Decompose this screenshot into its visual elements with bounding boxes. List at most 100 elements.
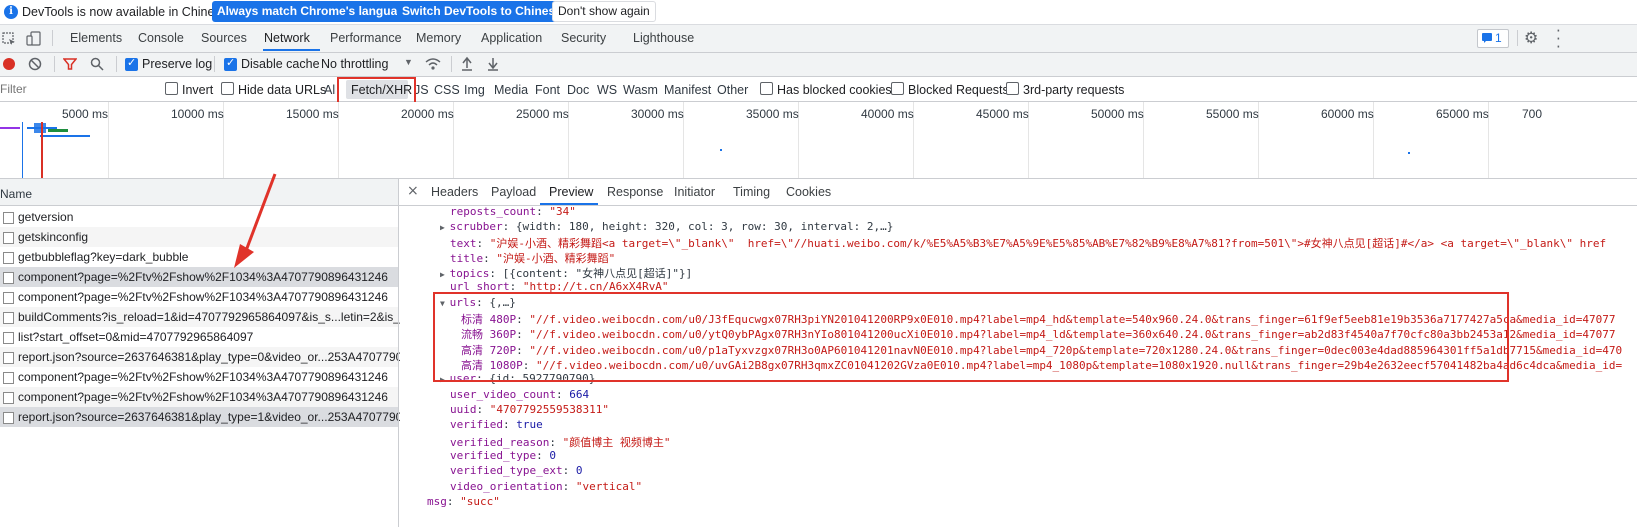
- filter-type-manifest[interactable]: Manifest: [664, 83, 711, 97]
- toolbar-divider: [451, 56, 452, 72]
- request-name: report.json?source=2637646381&play_type=…: [18, 350, 413, 364]
- request-type-icon: [3, 392, 14, 404]
- json-key: text: [450, 237, 477, 250]
- tab-payload[interactable]: Payload: [491, 185, 536, 199]
- switch-to-chinese-button[interactable]: Switch DevTools to Chinese: [397, 1, 567, 22]
- disable-cache-checkbox[interactable]: [224, 56, 237, 71]
- json-key: uuid: [450, 403, 477, 416]
- tab-preview[interactable]: Preview: [549, 185, 593, 199]
- tab-elements[interactable]: Elements: [70, 31, 122, 45]
- hide-data-urls-label: Hide data URLs: [238, 83, 327, 97]
- filter-type-css[interactable]: CSS: [434, 83, 460, 97]
- has-blocked-cookies-checkbox[interactable]: [760, 82, 773, 95]
- tab-sources[interactable]: Sources: [201, 31, 247, 45]
- request-name: list?start_offset=0&mid=4707792965864097: [18, 330, 254, 344]
- pane-divider[interactable]: [398, 179, 399, 527]
- json-value: "沪娱-小酒、精彩舞蹈<a target=\"_blank\" href=\"/…: [489, 237, 1607, 250]
- invert-checkbox[interactable]: [165, 82, 178, 95]
- tab-cookies[interactable]: Cookies: [786, 185, 831, 199]
- filter-type-doc[interactable]: Doc: [567, 83, 589, 97]
- tree-line[interactable]: ▶ scrubber: {width: 180, height: 320, co…: [440, 220, 893, 233]
- settings-gear-icon[interactable]: ⚙: [1524, 28, 1538, 47]
- expand-triangle-icon[interactable]: ▶: [440, 270, 450, 279]
- export-har-icon[interactable]: [487, 56, 499, 71]
- third-party-checkbox[interactable]: [1006, 82, 1019, 95]
- request-name: component?page=%2Ftv%2Fshow%2F1034%3A470…: [18, 370, 388, 384]
- device-toolbar-icon[interactable]: [26, 31, 42, 47]
- clear-icon[interactable]: [28, 57, 42, 71]
- expand-triangle-icon[interactable]: ▶: [440, 223, 450, 232]
- tab-security[interactable]: Security: [561, 31, 606, 45]
- tab-console[interactable]: Console: [138, 31, 184, 45]
- more-options-icon[interactable]: · · ·: [1556, 24, 1561, 55]
- tab-initiator[interactable]: Initiator: [674, 185, 715, 199]
- json-value: "vertical": [575, 480, 643, 493]
- hide-data-urls-checkbox[interactable]: [221, 82, 234, 95]
- request-name: getversion: [18, 210, 74, 224]
- filter-type-other[interactable]: Other: [717, 83, 748, 97]
- network-conditions-icon[interactable]: [425, 57, 441, 71]
- tab-headers[interactable]: Headers: [431, 185, 478, 199]
- filter-icon[interactable]: [63, 57, 77, 71]
- json-value: true: [516, 418, 543, 431]
- tab-network[interactable]: Network: [264, 31, 310, 45]
- network-overview-timeline[interactable]: 5000 ms 10000 ms 15000 ms 20000 ms 25000…: [0, 102, 1637, 179]
- filter-type-all[interactable]: All: [324, 83, 336, 97]
- tree-line[interactable]: ▶ topics: [{content: "女神八点见[超话]"}]: [440, 265, 692, 281]
- request-row-selected[interactable]: component?page=%2Ftv%2Fshow%2F1034%3A470…: [0, 267, 398, 287]
- tick-label: 60000 ms: [1321, 107, 1374, 121]
- inspect-element-icon[interactable]: [2, 32, 16, 46]
- tab-memory[interactable]: Memory: [416, 31, 461, 45]
- name-column-header[interactable]: Name: [0, 187, 32, 201]
- filter-type-img[interactable]: Img: [464, 83, 485, 97]
- filter-type-media[interactable]: Media: [494, 83, 528, 97]
- dont-show-again-button[interactable]: Don't show again: [552, 1, 656, 22]
- request-row[interactable]: report.json?source=2637646381&play_type=…: [0, 407, 412, 427]
- filter-type-ws[interactable]: WS: [597, 83, 617, 97]
- preserve-log-checkbox[interactable]: [125, 56, 138, 71]
- filter-type-wasm[interactable]: Wasm: [623, 83, 658, 97]
- request-row[interactable]: component?page=%2Ftv%2Fshow%2F1034%3A470…: [0, 287, 398, 307]
- request-list-header: Name: [0, 179, 398, 206]
- toolbar-divider: [54, 56, 55, 72]
- devtools-main-tabbar: Elements Console Sources Network Perform…: [0, 24, 1637, 55]
- request-row[interactable]: component?page=%2Ftv%2Fshow%2F1034%3A470…: [0, 367, 398, 387]
- tick-label: 65000 ms: [1436, 107, 1489, 121]
- json-key: verified_reason: [450, 436, 550, 449]
- blocked-requests-checkbox[interactable]: [891, 82, 904, 95]
- preview-json-tree[interactable]: reposts_count: "34" ▶ scrubber: {width: …: [400, 206, 1637, 527]
- tick-label: 15000 ms: [286, 107, 339, 121]
- tab-application[interactable]: Application: [481, 31, 542, 45]
- tab-lighthouse[interactable]: Lighthouse: [633, 31, 694, 45]
- match-language-button[interactable]: Always match Chrome's language: [212, 1, 417, 22]
- throttling-select[interactable]: No throttling: [321, 57, 388, 71]
- infobar-message: DevTools is now available in Chinese!: [22, 5, 232, 19]
- request-list: getversion getskinconfig getbubbleflag?k…: [0, 206, 412, 527]
- urls-highlight-box: [433, 292, 1509, 382]
- request-row[interactable]: component?page=%2Ftv%2Fshow%2F1034%3A470…: [0, 387, 398, 407]
- search-icon[interactable]: [90, 57, 104, 71]
- request-row[interactable]: buildComments?is_reload=1&id=47077929658…: [0, 307, 410, 327]
- fetch-xhr-highlight-box: [337, 77, 416, 105]
- active-detail-tab-indicator: [540, 203, 598, 205]
- request-row[interactable]: getbubbleflag?key=dark_bubble: [0, 247, 398, 267]
- filter-input[interactable]: [0, 80, 150, 97]
- tab-timing[interactable]: Timing: [733, 185, 770, 199]
- filter-type-js[interactable]: JS: [414, 83, 429, 97]
- record-icon[interactable]: [3, 58, 15, 70]
- json-key: msg: [427, 495, 447, 508]
- json-key: scrubber: [449, 220, 503, 233]
- tab-performance[interactable]: Performance: [330, 31, 402, 45]
- request-row[interactable]: report.json?source=2637646381&play_type=…: [0, 347, 412, 367]
- tree-line: video_orientation: "vertical": [450, 480, 643, 493]
- request-row[interactable]: getversion: [0, 207, 398, 227]
- close-icon[interactable]: ×: [407, 183, 419, 199]
- import-har-icon[interactable]: [461, 56, 473, 71]
- request-row[interactable]: list?start_offset=0&mid=4707792965864097: [0, 327, 398, 347]
- issues-counter[interactable]: 1: [1477, 29, 1509, 48]
- tick-label: 25000 ms: [516, 107, 569, 121]
- request-name: component?page=%2Ftv%2Fshow%2F1034%3A470…: [18, 290, 388, 304]
- tab-response[interactable]: Response: [607, 185, 663, 199]
- filter-type-font[interactable]: Font: [535, 83, 560, 97]
- request-row[interactable]: getskinconfig: [0, 227, 398, 247]
